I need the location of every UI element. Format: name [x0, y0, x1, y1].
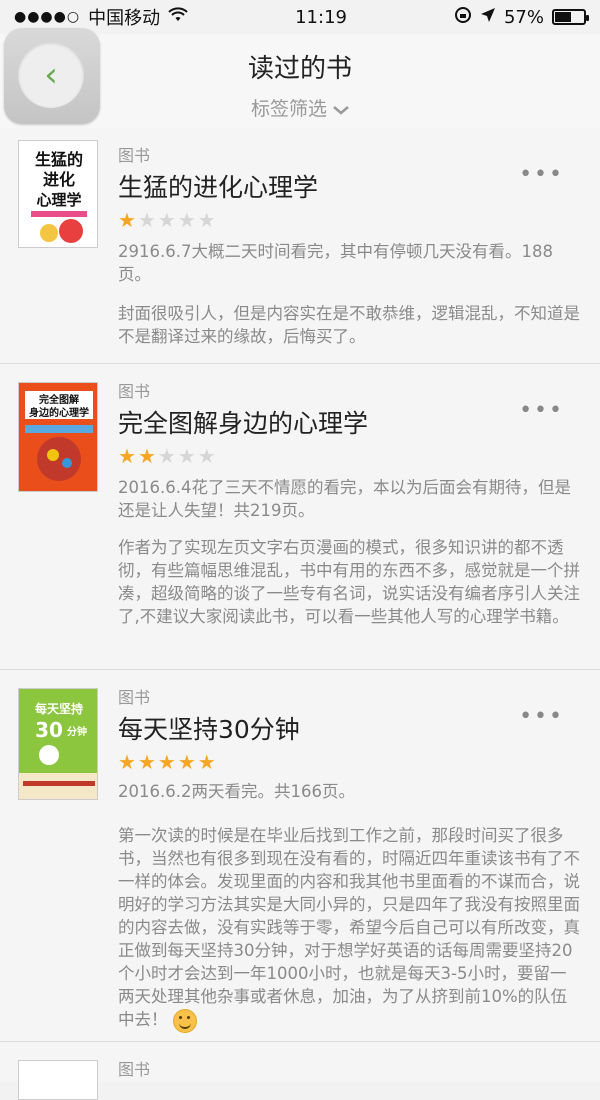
- book-note-review-text: 第一次读的时候是在毕业后找到工作之前，那段时间买了很多书，当然也有很多到现在没有…: [118, 826, 580, 1029]
- location-icon: [480, 7, 496, 28]
- star-filled-icon: ★: [118, 444, 136, 468]
- status-left: ●●●●○ 中国移动: [14, 4, 188, 30]
- book-cover: [18, 1060, 98, 1100]
- tag-filter-button[interactable]: 标签筛选: [0, 94, 600, 121]
- star-empty-icon: ★: [177, 444, 196, 468]
- rating-stars: ★ ★ ★ ★ ★: [118, 444, 216, 468]
- star-filled-icon: ★: [137, 444, 156, 468]
- rating-stars: ★ ★ ★ ★ ★: [118, 750, 216, 774]
- rating-stars: ★ ★ ★ ★ ★: [118, 208, 216, 232]
- book-note-review: 作者为了实现左页文字右页漫画的模式，很多知识讲的都不透彻，有些篇幅思维混乱，书中…: [118, 538, 580, 626]
- book-item[interactable]: 每天坚持 30 分钟 图书 ••• 每天坚持30分钟 ★ ★ ★ ★ ★ 2016.6.…: [0, 670, 600, 1042]
- star-empty-icon: ★: [157, 208, 176, 232]
- book-category: 图书: [118, 382, 151, 401]
- svg-text:每天坚持: 每天坚持: [35, 701, 83, 716]
- star-filled-icon: ★: [157, 750, 176, 774]
- status-right: 57%: [454, 6, 589, 29]
- book-note-date: 2016.6.4花了三天不情愿的看完，本以为后面会有期待，但是还是让人失望！共2…: [118, 478, 571, 520]
- more-options-icon[interactable]: •••: [519, 704, 564, 729]
- star-filled-icon: ★: [118, 208, 136, 232]
- book-item[interactable]: 图书: [0, 1042, 600, 1100]
- star-empty-icon: ★: [137, 208, 156, 232]
- book-list: 生猛的 进化 心理学 图书 ••• 生猛的进化心理学 ★ ★ ★ ★ ★ 2916.6.…: [0, 128, 600, 1100]
- more-options-icon[interactable]: •••: [519, 162, 564, 187]
- battery-percent: 57%: [503, 6, 544, 28]
- grinning-emoji-icon: [172, 1008, 197, 1033]
- svg-text:心理学: 心理学: [36, 191, 81, 209]
- tag-filter-label: 标签筛选: [250, 98, 327, 120]
- star-empty-icon: ★: [177, 208, 196, 232]
- chevron-down-icon: [333, 98, 349, 120]
- book-cover: 生猛的 进化 心理学: [18, 140, 98, 248]
- book-cover: 完全图解 身边的心理学: [18, 382, 98, 492]
- star-empty-icon: ★: [157, 444, 176, 468]
- svg-text:生猛的: 生猛的: [35, 150, 83, 169]
- svg-text:分钟: 分钟: [67, 725, 87, 738]
- star-empty-icon: ★: [197, 208, 216, 232]
- book-note-date: 2016.6.2两天看完。共166页。: [118, 782, 355, 801]
- book-cover: 每天坚持 30 分钟: [18, 688, 98, 800]
- book-title[interactable]: 每天坚持30分钟: [118, 710, 300, 746]
- book-note-date: 2916.6.7大概二天时间看完，其中有停顿几天没有看。188页。: [118, 242, 553, 284]
- star-filled-icon: ★: [118, 750, 136, 774]
- battery-icon: [551, 9, 589, 25]
- svg-text:完全图解: 完全图解: [39, 393, 79, 406]
- signal-icon: ●●●●○: [14, 9, 81, 25]
- book-note-review: 第一次读的时候是在毕业后找到工作之前，那段时间买了很多书，当然也有很多到现在没有…: [118, 824, 580, 1033]
- book-title[interactable]: 完全图解身边的心理学: [118, 404, 368, 440]
- nav-header: ‹ 读过的书 标签筛选: [0, 28, 600, 128]
- rotation-lock-icon: [454, 6, 472, 29]
- book-note-review: 封面很吸引人，但是内容实在是不敢恭维，逻辑混乱，不知道是不是翻译过来的缘故，后悔…: [118, 304, 580, 346]
- carrier-label: 中国移动: [88, 8, 161, 29]
- star-filled-icon: ★: [177, 750, 196, 774]
- time-label: 11:19: [295, 6, 347, 28]
- svg-text:30: 30: [35, 718, 63, 742]
- wifi-icon: [168, 6, 188, 28]
- page-title: 读过的书: [247, 54, 352, 84]
- star-filled-icon: ★: [137, 750, 156, 774]
- book-title[interactable]: 生猛的进化心理学: [118, 168, 318, 204]
- star-filled-icon: ★: [197, 750, 216, 774]
- svg-text:进化: 进化: [43, 170, 75, 189]
- more-options-icon[interactable]: •••: [519, 398, 564, 423]
- star-empty-icon: ★: [197, 444, 216, 468]
- book-category: 图书: [118, 146, 151, 165]
- book-item[interactable]: 生猛的 进化 心理学 图书 ••• 生猛的进化心理学 ★ ★ ★ ★ ★ 2916.6.…: [0, 128, 600, 364]
- book-category: 图书: [118, 688, 151, 707]
- book-item[interactable]: 完全图解 身边的心理学 图书 ••• 完全图解身边的心理学 ★ ★ ★ ★ ★ 2016…: [0, 364, 600, 670]
- svg-text:身边的心理学: 身边的心理学: [29, 406, 89, 419]
- book-category: 图书: [118, 1060, 151, 1079]
